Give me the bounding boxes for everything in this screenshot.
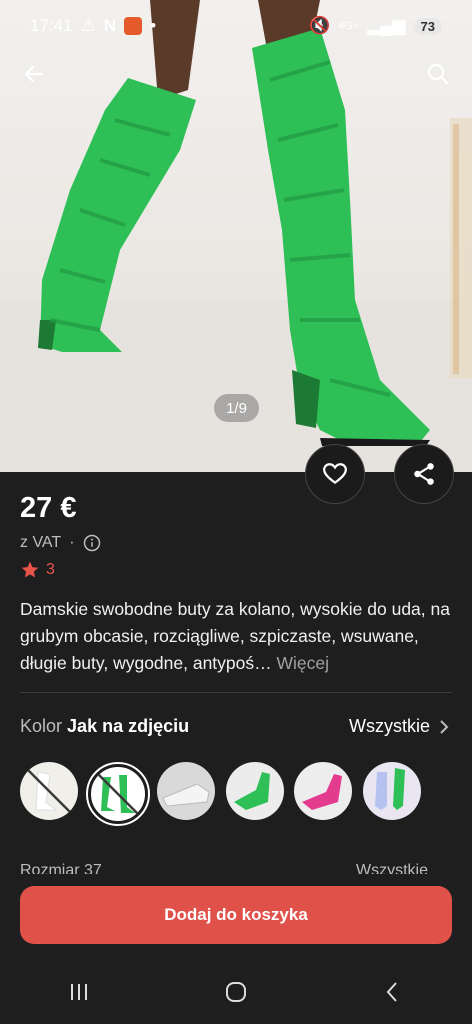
color-label: Kolor bbox=[20, 716, 63, 736]
home-icon[interactable] bbox=[224, 980, 248, 1004]
heart-icon bbox=[323, 463, 347, 484]
chevron-right-icon bbox=[440, 719, 449, 734]
more-link[interactable]: Więcej bbox=[277, 653, 330, 673]
boot-thumbnail bbox=[162, 783, 210, 807]
color-swatch-green-selected[interactable] bbox=[86, 762, 150, 826]
color-swatch-pink[interactable] bbox=[294, 762, 352, 820]
color-selector-label: Kolor Jak na zdjęciu bbox=[20, 716, 189, 737]
battery-level: 73 bbox=[413, 17, 442, 35]
price: 27 € bbox=[20, 492, 77, 524]
vat-label: z VAT bbox=[20, 534, 62, 551]
boot-thumbnail bbox=[375, 768, 405, 810]
mute-icon: 🔇 bbox=[309, 16, 331, 35]
search-button[interactable] bbox=[416, 52, 460, 96]
color-swatch-white[interactable] bbox=[20, 762, 78, 820]
color-swatch-silver[interactable] bbox=[157, 762, 215, 820]
network-type: 4G+ bbox=[338, 20, 360, 32]
warning-icon: ⚠ bbox=[80, 16, 96, 35]
system-navigation-bar bbox=[0, 960, 472, 1024]
vat-info: z VAT · bbox=[20, 534, 101, 552]
size-label: Rozmiar 37 bbox=[20, 862, 102, 874]
rating-count: 3 bbox=[46, 561, 55, 578]
image-counter: 1/9 bbox=[214, 394, 259, 422]
clock: 17:41 bbox=[30, 16, 73, 35]
all-colors-link[interactable]: Wszystkie bbox=[349, 716, 450, 737]
signal-icon: ▂▄▆ bbox=[367, 16, 406, 35]
back-button[interactable] bbox=[12, 52, 56, 96]
boot-thumbnail bbox=[234, 772, 270, 810]
color-swatch-green[interactable] bbox=[226, 762, 284, 820]
color-value: Jak na zdjęciu bbox=[67, 716, 190, 736]
netflix-icon: N bbox=[103, 16, 117, 35]
divider bbox=[20, 692, 452, 693]
search-icon bbox=[427, 63, 449, 85]
info-icon[interactable] bbox=[83, 534, 101, 552]
unavailable-slash-icon bbox=[95, 771, 141, 817]
recent-apps-icon[interactable] bbox=[67, 980, 91, 1004]
add-to-cart-button[interactable]: Dodaj do koszyka bbox=[20, 886, 452, 944]
favorite-button[interactable] bbox=[305, 444, 365, 504]
dot-icon: • bbox=[150, 16, 157, 35]
app-notification-icon bbox=[124, 17, 143, 35]
rating[interactable]: 3 bbox=[20, 560, 55, 580]
product-description[interactable]: Damskie swobodne buty za kolano, wysokie… bbox=[20, 596, 452, 677]
size-row-partial[interactable]: Rozmiar 37 Wszystkie bbox=[20, 862, 452, 874]
all-sizes-label: Wszystkie bbox=[356, 862, 428, 874]
unavailable-slash-icon bbox=[25, 767, 73, 815]
star-icon bbox=[21, 561, 39, 578]
separator-dot: · bbox=[69, 534, 75, 551]
arrow-left-icon bbox=[24, 65, 44, 83]
all-colors-label: Wszystkie bbox=[349, 716, 430, 736]
status-bar: 17:41 ⚠ N • 🔇 4G+ ▂▄▆ 73 bbox=[0, 0, 472, 52]
share-button[interactable] bbox=[394, 444, 454, 504]
boot-thumbnail bbox=[302, 774, 342, 810]
share-icon bbox=[414, 463, 434, 485]
back-nav-icon[interactable] bbox=[381, 980, 405, 1004]
description-text: Damskie swobodne buty za kolano, wysokie… bbox=[20, 599, 450, 673]
color-swatch-blue[interactable] bbox=[363, 762, 421, 820]
